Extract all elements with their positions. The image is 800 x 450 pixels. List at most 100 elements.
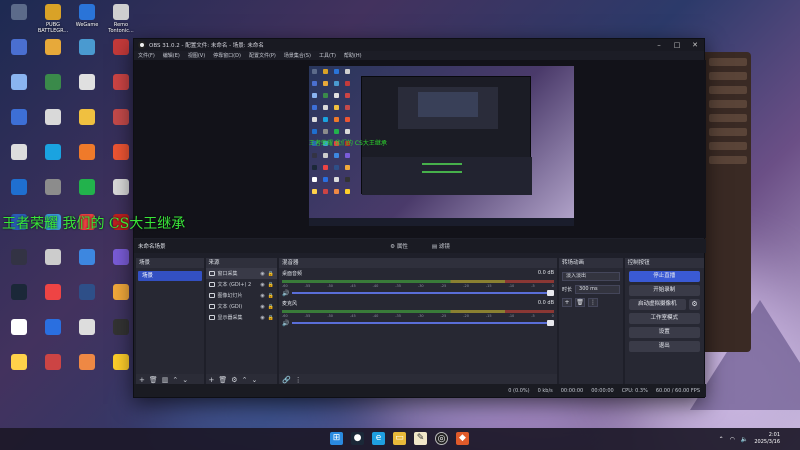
- desktop-shortcut[interactable]: [70, 284, 104, 314]
- add-transition-button[interactable]: +: [562, 297, 573, 307]
- link-icon[interactable]: 🔗: [282, 376, 291, 384]
- menu-scene-collection[interactable]: 场景集合(S): [284, 52, 311, 59]
- desktop-shortcut[interactable]: [2, 4, 36, 34]
- desktop-shortcut[interactable]: [2, 39, 36, 69]
- desktop-shortcut[interactable]: [36, 39, 70, 69]
- source-item[interactable]: 文本 (GDI) ◉ 🔒: [206, 301, 277, 312]
- notes-icon[interactable]: ✎: [414, 432, 427, 445]
- desktop-shortcut[interactable]: [70, 109, 104, 139]
- source-item[interactable]: 文本 (GDI+) 2 ◉ 🔒: [206, 279, 277, 290]
- lock-icon[interactable]: 🔒: [268, 293, 274, 299]
- speaker-icon[interactable]: 🔊: [282, 290, 289, 297]
- edge-icon[interactable]: e: [372, 432, 385, 445]
- obs-icon[interactable]: ◎: [435, 432, 448, 445]
- menu-tools[interactable]: 工具(T): [319, 52, 336, 59]
- desktop-shortcut[interactable]: PUBG BATTLEGR...: [36, 4, 70, 34]
- desktop-shortcut[interactable]: [2, 354, 36, 384]
- eye-icon[interactable]: ◉: [260, 293, 264, 299]
- trash-icon[interactable]: 🗑: [218, 376, 227, 384]
- lock-icon[interactable]: 🔒: [268, 304, 274, 310]
- title-bar[interactable]: OBS 31.0.2 - 配置文件: 未命名 - 场景: 未命名 – □ ✕: [134, 39, 704, 51]
- lock-icon[interactable]: 🔒: [268, 315, 274, 321]
- transition-select[interactable]: 淡入淡出: [562, 271, 620, 281]
- add-icon[interactable]: +: [139, 376, 145, 384]
- chevron-up-icon[interactable]: ⌃: [719, 436, 724, 443]
- desktop-shortcut[interactable]: [2, 144, 36, 174]
- menu-view[interactable]: 视图(V): [188, 52, 205, 59]
- volume-fader[interactable]: 🔊: [282, 290, 555, 297]
- menu-help[interactable]: 帮助(H): [344, 52, 362, 59]
- menu-docks[interactable]: 停靠窗口(D): [213, 52, 241, 59]
- source-item[interactable]: 图像幻灯片 ◉ 🔒: [206, 290, 277, 301]
- props-button[interactable]: ⚙ 属性: [390, 242, 408, 250]
- desktop-shortcut[interactable]: [70, 74, 104, 104]
- scene-item[interactable]: 场景: [138, 271, 202, 281]
- studio-mode-button[interactable]: 工作室模式: [628, 313, 700, 324]
- more-icon[interactable]: ⋮: [295, 376, 302, 384]
- chevron-down-icon[interactable]: ⌄: [251, 376, 257, 384]
- start-icon[interactable]: ⊞: [330, 432, 343, 445]
- desktop-shortcut[interactable]: [36, 354, 70, 384]
- desktop-shortcut[interactable]: [70, 39, 104, 69]
- speaker-icon[interactable]: 🔈: [741, 436, 748, 443]
- desktop-shortcut[interactable]: [36, 109, 70, 139]
- desktop-shortcut[interactable]: [70, 144, 104, 174]
- filter-icon[interactable]: ▥: [162, 376, 169, 384]
- menu-edit[interactable]: 编辑(E): [163, 52, 180, 59]
- speaker-icon[interactable]: 🔊: [282, 320, 289, 327]
- eye-icon[interactable]: ◉: [260, 315, 264, 321]
- app-icon[interactable]: ◆: [456, 432, 469, 445]
- exit-button[interactable]: 退出: [628, 341, 700, 352]
- desktop-shortcut[interactable]: [36, 74, 70, 104]
- desktop-shortcut[interactable]: [36, 319, 70, 349]
- desktop-shortcut[interactable]: [70, 354, 104, 384]
- menu-profile[interactable]: 配置文件(P): [249, 52, 276, 59]
- fader-knob[interactable]: [547, 290, 555, 296]
- lock-icon[interactable]: 🔒: [268, 271, 274, 277]
- obs-window[interactable]: OBS 31.0.2 - 配置文件: 未命名 - 场景: 未命名 – □ ✕ 文…: [133, 38, 706, 398]
- chevron-down-icon[interactable]: ⌄: [182, 376, 188, 384]
- eye-icon[interactable]: ◉: [260, 271, 264, 277]
- wifi-icon[interactable]: ◠: [730, 436, 735, 443]
- fader-knob[interactable]: [547, 320, 555, 326]
- desktop-shortcut[interactable]: [70, 249, 104, 279]
- source-item[interactable]: 窗口采集 ◉ 🔒: [205, 268, 277, 279]
- desktop-shortcut[interactable]: WeGame: [70, 4, 104, 34]
- duration-input[interactable]: 300 ms: [575, 284, 620, 294]
- desktop-shortcut[interactable]: [2, 284, 36, 314]
- desktop-shortcut[interactable]: [36, 284, 70, 314]
- steam-icon[interactable]: ●: [351, 432, 364, 445]
- desktop-shortcut[interactable]: [2, 74, 36, 104]
- program-preview[interactable]: 王者荣耀 我们的 CS大王继承: [309, 66, 574, 226]
- background-app-window[interactable]: [705, 52, 751, 352]
- virtual-cam-button[interactable]: 启动虚拟摄像机: [628, 299, 686, 310]
- remove-transition-button[interactable]: 🗑: [575, 297, 586, 307]
- start-record-button[interactable]: 开始录制: [628, 285, 700, 296]
- desktop-shortcut[interactable]: [36, 179, 70, 209]
- filters-button[interactable]: ▤ 滤镜: [432, 242, 450, 250]
- desktop-shortcut[interactable]: [2, 179, 36, 209]
- desktop-shortcut[interactable]: Remo Tontonic...: [104, 4, 138, 34]
- eye-icon[interactable]: ◉: [260, 282, 264, 288]
- desktop-shortcut[interactable]: [36, 144, 70, 174]
- source-item[interactable]: 显示器采集 ◉ 🔒: [206, 312, 277, 323]
- chevron-up-icon[interactable]: ⌃: [242, 376, 248, 384]
- volume-fader[interactable]: 🔊: [282, 320, 555, 327]
- chevron-up-icon[interactable]: ⌃: [172, 376, 178, 384]
- eye-icon[interactable]: ◉: [260, 304, 264, 310]
- trash-icon[interactable]: 🗑: [149, 376, 158, 384]
- settings-button[interactable]: 设置: [628, 327, 700, 338]
- lock-icon[interactable]: 🔒: [268, 282, 274, 288]
- gear-icon[interactable]: ⚙: [231, 376, 237, 384]
- desktop-shortcut[interactable]: [70, 319, 104, 349]
- explorer-icon[interactable]: ▭: [393, 432, 406, 445]
- gear-icon[interactable]: ⚙: [689, 299, 700, 310]
- minimize-button[interactable]: –: [650, 39, 668, 51]
- add-icon[interactable]: +: [209, 376, 215, 384]
- desktop-shortcut[interactable]: [2, 319, 36, 349]
- desktop-shortcut[interactable]: [2, 109, 36, 139]
- desktop-shortcut[interactable]: [2, 249, 36, 279]
- clock[interactable]: 2:01 2025/3/16: [754, 432, 780, 446]
- desktop-shortcut[interactable]: [70, 179, 104, 209]
- menu-file[interactable]: 文件(F): [138, 52, 155, 59]
